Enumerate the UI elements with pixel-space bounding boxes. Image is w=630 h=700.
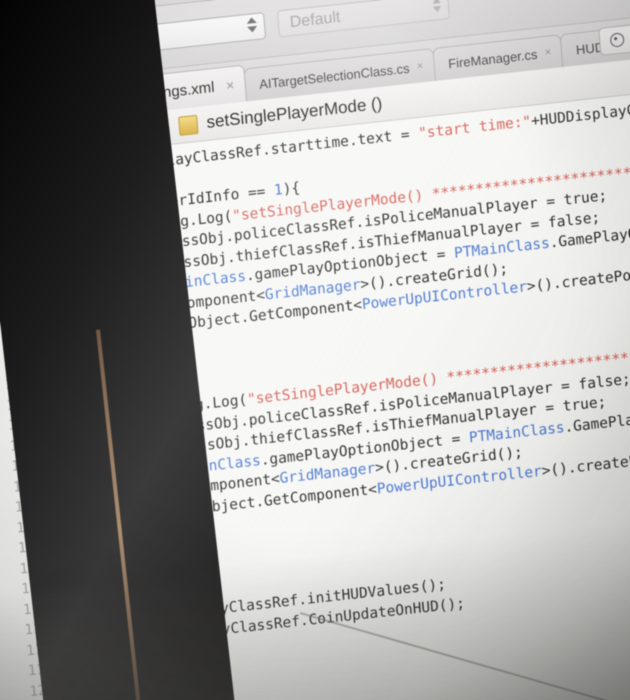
- method-icon: [178, 114, 199, 136]
- photograph-of-screen: Unity File Edit View Search Project Buil…: [0, 0, 630, 700]
- close-icon[interactable]: ×: [416, 60, 423, 73]
- tab-label: FireManager.cs: [447, 46, 538, 71]
- code-token: ){: [282, 180, 301, 199]
- close-icon[interactable]: ×: [544, 46, 551, 59]
- stepper-icon[interactable]: [432, 0, 442, 13]
- runtime-value: Default: [289, 8, 341, 31]
- close-icon[interactable]: ×: [225, 77, 234, 94]
- stepper-icon[interactable]: [246, 16, 258, 33]
- runtime-dropdown[interactable]: Default: [276, 0, 451, 38]
- record-icon: [610, 32, 626, 48]
